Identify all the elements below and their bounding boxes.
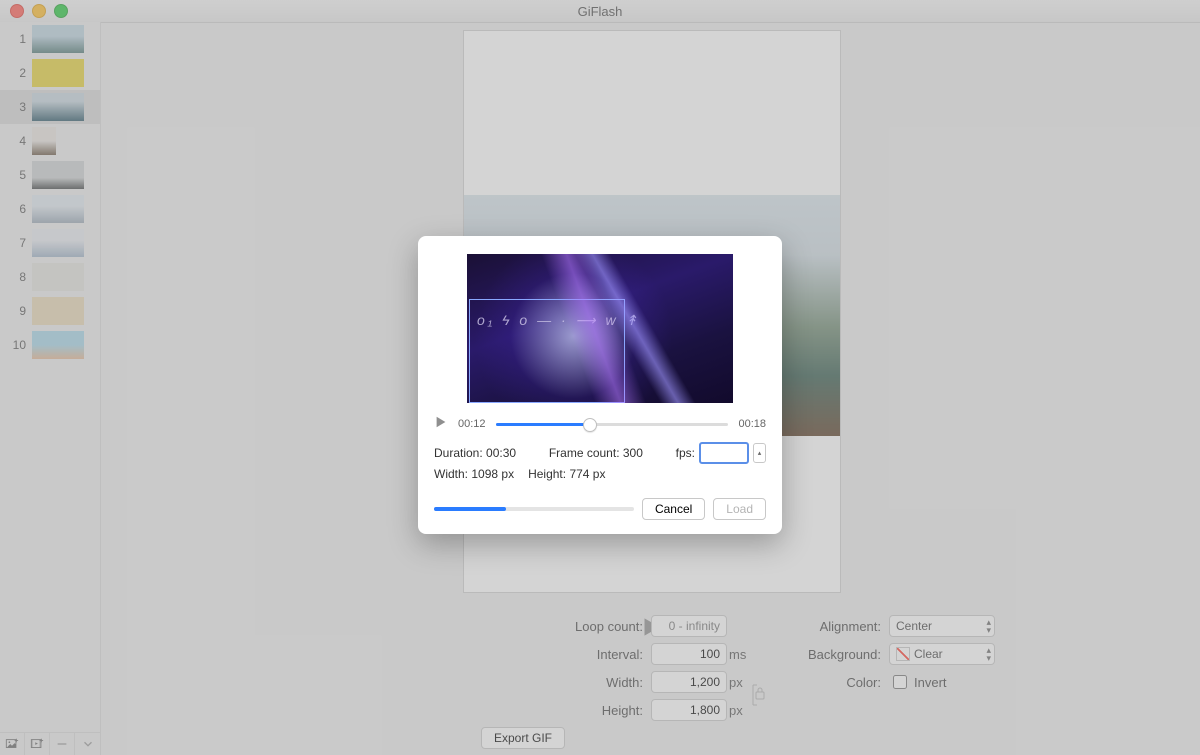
video-width-label: Width:: [434, 467, 468, 481]
frame-count-value: 300: [623, 446, 643, 460]
chevron-up-icon: ▴: [754, 444, 765, 463]
scrub-knob[interactable]: [583, 418, 597, 432]
duration-value: 00:30: [486, 446, 516, 460]
video-preview[interactable]: o₁ ϟ o — · ⟶ w ↟: [467, 254, 733, 403]
cancel-button[interactable]: Cancel: [642, 498, 705, 520]
video-import-dialog: o₁ ϟ o — · ⟶ w ↟ 00:12 00:18 Duration: 0…: [418, 236, 782, 534]
play-icon: [434, 415, 448, 429]
frame-count-label: Frame count:: [549, 446, 620, 460]
scrub-total-time: 00:18: [738, 418, 766, 430]
load-button[interactable]: Load: [713, 498, 766, 520]
video-width-value: 1098 px: [471, 467, 514, 481]
video-play-button[interactable]: [434, 415, 448, 432]
fps-stepper[interactable]: ▴ ▾: [753, 443, 766, 463]
video-height-value: 774 px: [569, 467, 605, 481]
fps-label: fps:: [676, 443, 695, 463]
video-height-label: Height:: [528, 467, 566, 481]
duration-label: Duration:: [434, 446, 483, 460]
load-progress-bar: [434, 507, 634, 511]
scrub-current-time: 00:12: [458, 418, 486, 430]
scrub-slider[interactable]: [496, 417, 729, 431]
video-crop-rectangle[interactable]: [469, 299, 625, 403]
fps-input[interactable]: [699, 442, 749, 464]
